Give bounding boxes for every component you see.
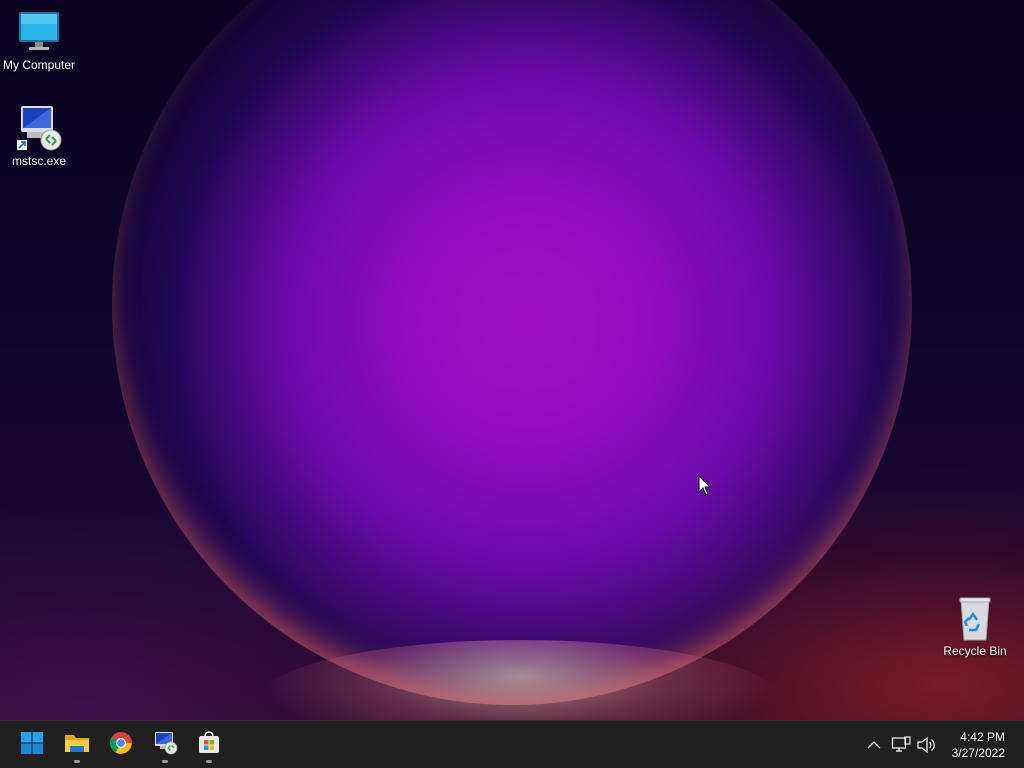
volume-icon[interactable] <box>915 734 937 756</box>
desktop-icon-label: My Computer <box>2 58 76 72</box>
desktop-icon-mstsc[interactable]: mstsc.exe <box>0 104 78 168</box>
clock-date: 3/27/2022 <box>951 746 1005 760</box>
start-button[interactable] <box>12 727 52 763</box>
desktop-icon-my-computer[interactable]: My Computer <box>0 8 78 72</box>
recycle-bin-icon <box>951 594 999 642</box>
wallpaper-orb-rim <box>112 0 912 705</box>
taskbar-chrome[interactable] <box>101 727 141 763</box>
desktop-background[interactable]: My Computer mstsc.exe Recycle Bin <box>0 0 1024 720</box>
folder-icon <box>64 731 90 760</box>
running-indicator <box>74 760 80 763</box>
taskbar-file-explorer[interactable] <box>57 727 97 763</box>
taskbar-remote-desktop[interactable] <box>145 727 185 763</box>
monitor-icon <box>15 8 63 56</box>
desktop-icon-recycle-bin[interactable]: Recycle Bin <box>936 594 1014 658</box>
remote-desktop-icon <box>15 104 63 152</box>
chrome-icon <box>109 731 133 760</box>
desktop-icon-label: Recycle Bin <box>943 644 1007 658</box>
taskbar: 4:42 PM 3/27/2022 <box>0 720 1024 768</box>
taskbar-microsoft-store[interactable] <box>189 727 229 763</box>
windows-logo-icon <box>20 731 44 760</box>
mouse-cursor-icon <box>698 474 712 502</box>
chevron-up-icon[interactable] <box>863 734 885 756</box>
desktop-icon-label: mstsc.exe <box>11 154 66 168</box>
store-icon <box>197 730 221 760</box>
running-indicator <box>162 760 168 763</box>
system-clock[interactable]: 4:42 PM 3/27/2022 <box>952 729 1005 761</box>
running-indicator <box>206 760 212 763</box>
network-icon[interactable] <box>890 734 912 756</box>
remote-desktop-icon <box>152 731 178 760</box>
clock-time: 4:42 PM <box>960 730 1005 744</box>
